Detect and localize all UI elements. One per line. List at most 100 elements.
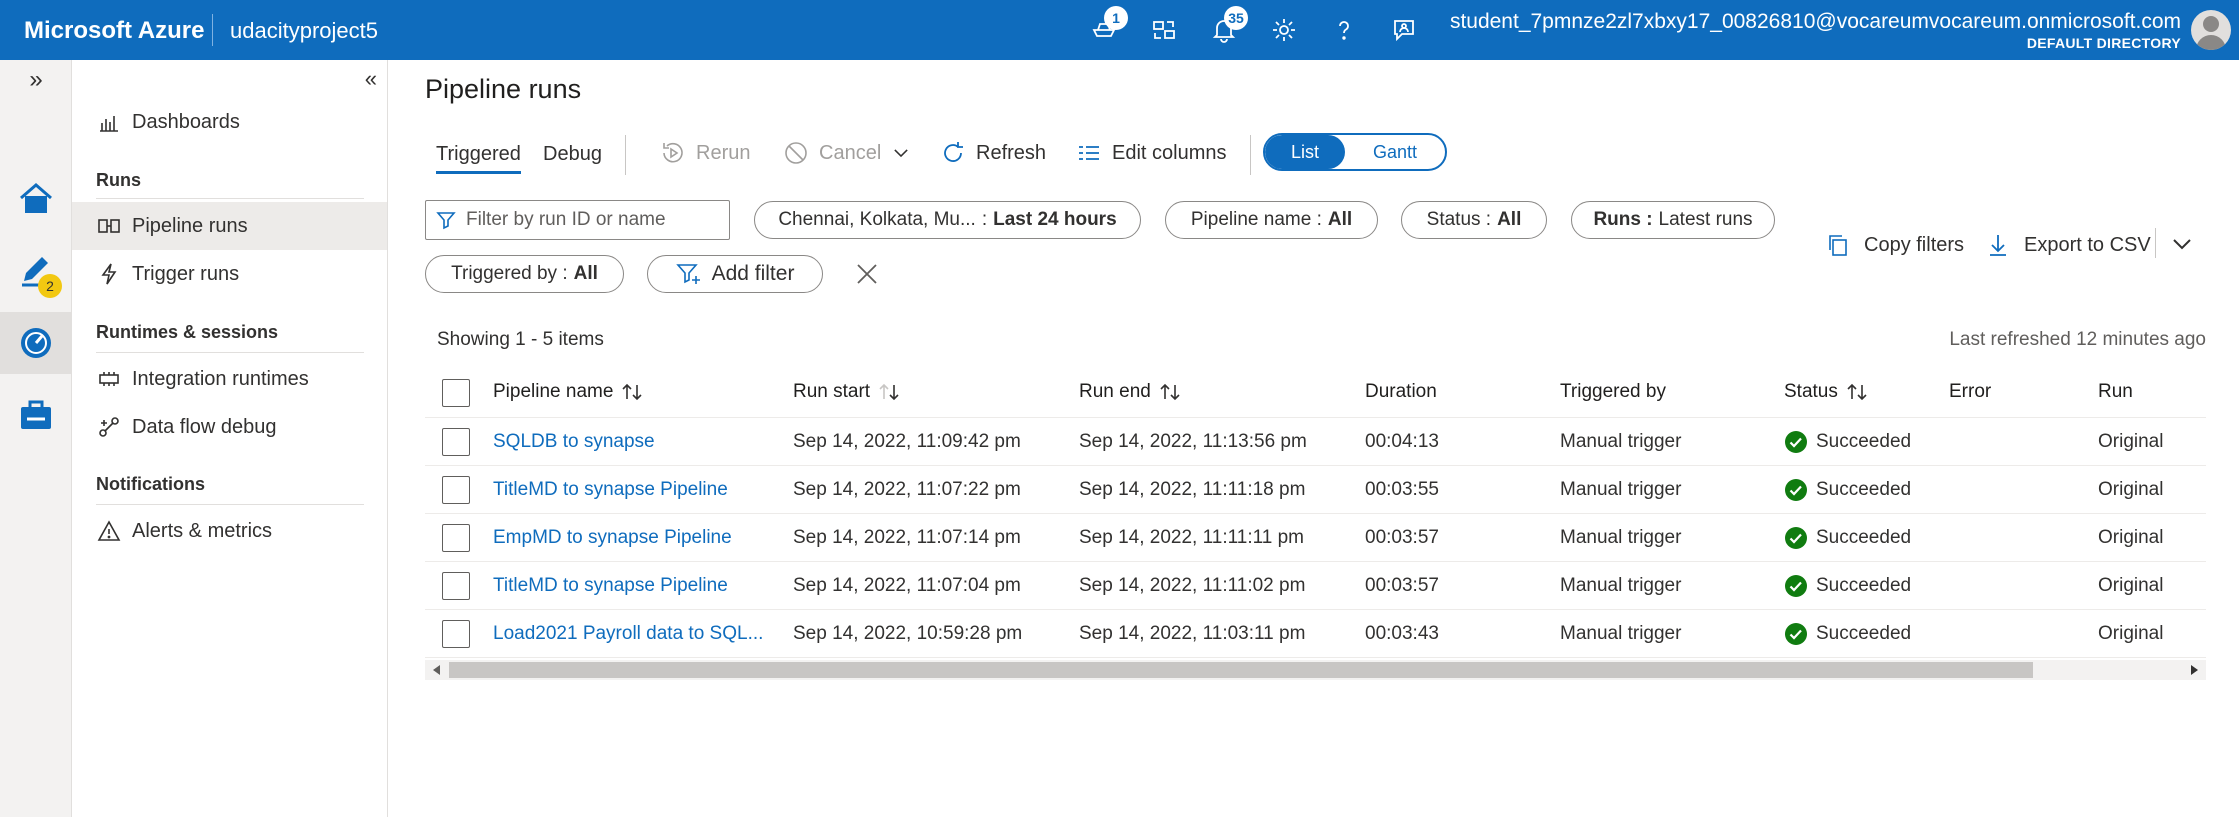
tab-debug[interactable]: Debug (543, 143, 602, 166)
refresh-button[interactable]: Refresh (940, 138, 1046, 168)
table-row[interactable]: TitleMD to synapse Pipeline Sep 14, 2022,… (425, 466, 2206, 514)
add-filter-button[interactable]: Add filter (647, 255, 823, 293)
notifications-badge: 35 (1224, 6, 1248, 30)
status-cell: Succeeded (1784, 562, 1911, 609)
table-row[interactable]: Load2021 Payroll data to SQL... Sep 14, 2… (425, 610, 2206, 658)
nav-item-dashboards[interactable]: Dashboards (72, 98, 387, 146)
notifications-icon[interactable]: 35 (1208, 6, 1248, 46)
table-row[interactable]: SQLDB to synapse Sep 14, 2022, 11:09:42 p… (425, 418, 2206, 466)
status-label: Succeeded (1816, 478, 1912, 500)
view-gantt-button[interactable]: Gantt (1345, 135, 1445, 169)
nav-item-data-flow-debug[interactable]: Data flow debug (72, 403, 387, 451)
export-csv-button[interactable]: Export to CSV (1986, 230, 2151, 260)
column-header-run-start[interactable]: Run start (793, 367, 900, 417)
pipeline-name-link[interactable]: SQLDB to synapse (493, 418, 655, 465)
workspace-name[interactable]: udacityproject5 (230, 18, 378, 44)
cancel-button[interactable]: Cancel (783, 138, 911, 168)
row-checkbox[interactable] (442, 620, 470, 648)
row-checkbox[interactable] (442, 524, 470, 552)
pipeline-name-link[interactable]: Load2021 Payroll data to SQL... (493, 610, 763, 657)
top-bar: Microsoft Azure udacityproject5 1 35 stu… (0, 0, 2239, 60)
column-header-pipeline-name[interactable]: Pipeline name (493, 367, 643, 417)
status-filter-value: All (1497, 209, 1522, 230)
triggered-by-cell: Manual trigger (1560, 574, 1682, 596)
develop-icon[interactable]: 2 (0, 240, 72, 302)
nav-section-notifications: Notifications (96, 474, 206, 494)
data-flow-debug-icon (96, 414, 122, 440)
table-row[interactable]: TitleMD to synapse Pipeline Sep 14, 2022,… (425, 562, 2206, 610)
column-header-duration[interactable]: Duration (1365, 367, 1437, 417)
brand-divider (212, 14, 213, 46)
success-check-icon (1785, 478, 1807, 501)
feedback-icon[interactable]: 1 (1088, 6, 1128, 46)
success-check-icon (1785, 574, 1807, 597)
directory-switch-icon[interactable] (1148, 14, 1180, 46)
nav-item-trigger-runs[interactable]: Trigger runs (72, 250, 387, 298)
warning-icon (96, 518, 122, 544)
nav-label-data-flow-debug: Data flow debug (132, 415, 277, 438)
table-body: SQLDB to synapse Sep 14, 2022, 11:09:42 p… (425, 418, 2206, 658)
search-input[interactable]: Filter by run ID or name (425, 200, 730, 240)
copy-filters-label: Copy filters (1864, 233, 1965, 256)
monitor-icon[interactable] (0, 312, 72, 374)
edit-columns-label: Edit columns (1112, 141, 1227, 164)
nav-label-dashboards: Dashboards (132, 110, 240, 133)
user-email[interactable]: student_7pmnze2zl7xbxy17_00826810@vocare… (1450, 10, 2181, 34)
nav-item-integration-runtimes[interactable]: Integration runtimes (72, 355, 387, 403)
toolbar-divider (625, 135, 626, 175)
pipeline-name-filter-pill[interactable]: Pipeline name : All (1165, 201, 1378, 239)
column-header-run-end[interactable]: Run end (1079, 367, 1181, 417)
refresh-icon (944, 142, 963, 162)
copy-filters-button[interactable]: Copy filters (1826, 230, 1964, 260)
nav-item-pipeline-runs[interactable]: Pipeline runs (72, 202, 387, 250)
scrollbar-thumb[interactable] (449, 662, 2033, 678)
nav-section-runs: Runs (96, 170, 141, 190)
tab-triggered[interactable]: Triggered (436, 143, 521, 174)
rerun-icon (663, 142, 683, 163)
table-row[interactable]: EmpMD to synapse Pipeline Sep 14, 2022, 1… (425, 514, 2206, 562)
column-header-error[interactable]: Error (1949, 367, 1991, 417)
pipeline-name-link[interactable]: EmpMD to synapse Pipeline (493, 514, 732, 561)
search-placeholder: Filter by run ID or name (466, 209, 666, 230)
avatar[interactable] (2191, 10, 2231, 50)
row-checkbox[interactable] (442, 428, 470, 456)
column-header-run[interactable]: Run (2098, 367, 2133, 417)
clear-filters-icon[interactable] (853, 260, 881, 288)
status-filter-pill[interactable]: Status : All (1401, 201, 1547, 239)
triggered-by-filter-pill[interactable]: Triggered by : All (425, 255, 624, 293)
scroll-left-icon[interactable] (433, 665, 440, 675)
collapse-nav-button[interactable]: « (365, 66, 377, 92)
scroll-right-icon[interactable] (2191, 665, 2198, 675)
runs-filter-value: Latest runs (1658, 209, 1753, 230)
nav-label-trigger-runs: Trigger runs (132, 262, 240, 285)
dashboard-icon (96, 109, 122, 135)
view-list-button[interactable]: List (1265, 135, 1345, 169)
row-checkbox[interactable] (442, 476, 470, 504)
brand-title[interactable]: Microsoft Azure (24, 17, 204, 45)
expand-rail-button[interactable]: » (0, 60, 72, 100)
column-header-status[interactable]: Status (1784, 367, 1868, 417)
rerun-button[interactable]: Rerun (660, 138, 750, 168)
settings-icon[interactable] (1268, 14, 1300, 46)
row-checkbox[interactable] (442, 572, 470, 600)
sort-icon (1160, 383, 1180, 401)
edit-columns-button[interactable]: Edit columns (1076, 138, 1227, 168)
chat-feedback-icon[interactable] (1388, 14, 1420, 46)
manage-icon[interactable] (0, 384, 72, 446)
column-header-triggered-by[interactable]: Triggered by (1560, 367, 1666, 417)
run-start-cell: Sep 14, 2022, 11:07:22 pm (793, 478, 1021, 500)
select-all-checkbox[interactable] (442, 379, 470, 407)
sort-descending-icon (879, 383, 899, 401)
pipeline-name-link[interactable]: TitleMD to synapse Pipeline (493, 562, 728, 609)
timezone-filter-pill[interactable]: Chennai, Kolkata, Mu... : Last 24 hours (754, 201, 1141, 239)
page-title: Pipeline runs (425, 74, 582, 104)
chevron-down-icon[interactable] (2170, 232, 2194, 256)
nav-item-alerts-metrics[interactable]: Alerts & metrics (72, 507, 387, 555)
run-start-cell: Sep 14, 2022, 10:59:28 pm (793, 622, 1023, 644)
home-icon[interactable] (0, 168, 72, 230)
help-icon[interactable] (1328, 14, 1360, 46)
horizontal-scrollbar[interactable] (425, 660, 2206, 680)
pipeline-name-link[interactable]: TitleMD to synapse Pipeline (493, 466, 728, 513)
runs-filter-pill[interactable]: Runs : Latest runs (1571, 201, 1775, 239)
status-label: Succeeded (1816, 574, 1912, 596)
